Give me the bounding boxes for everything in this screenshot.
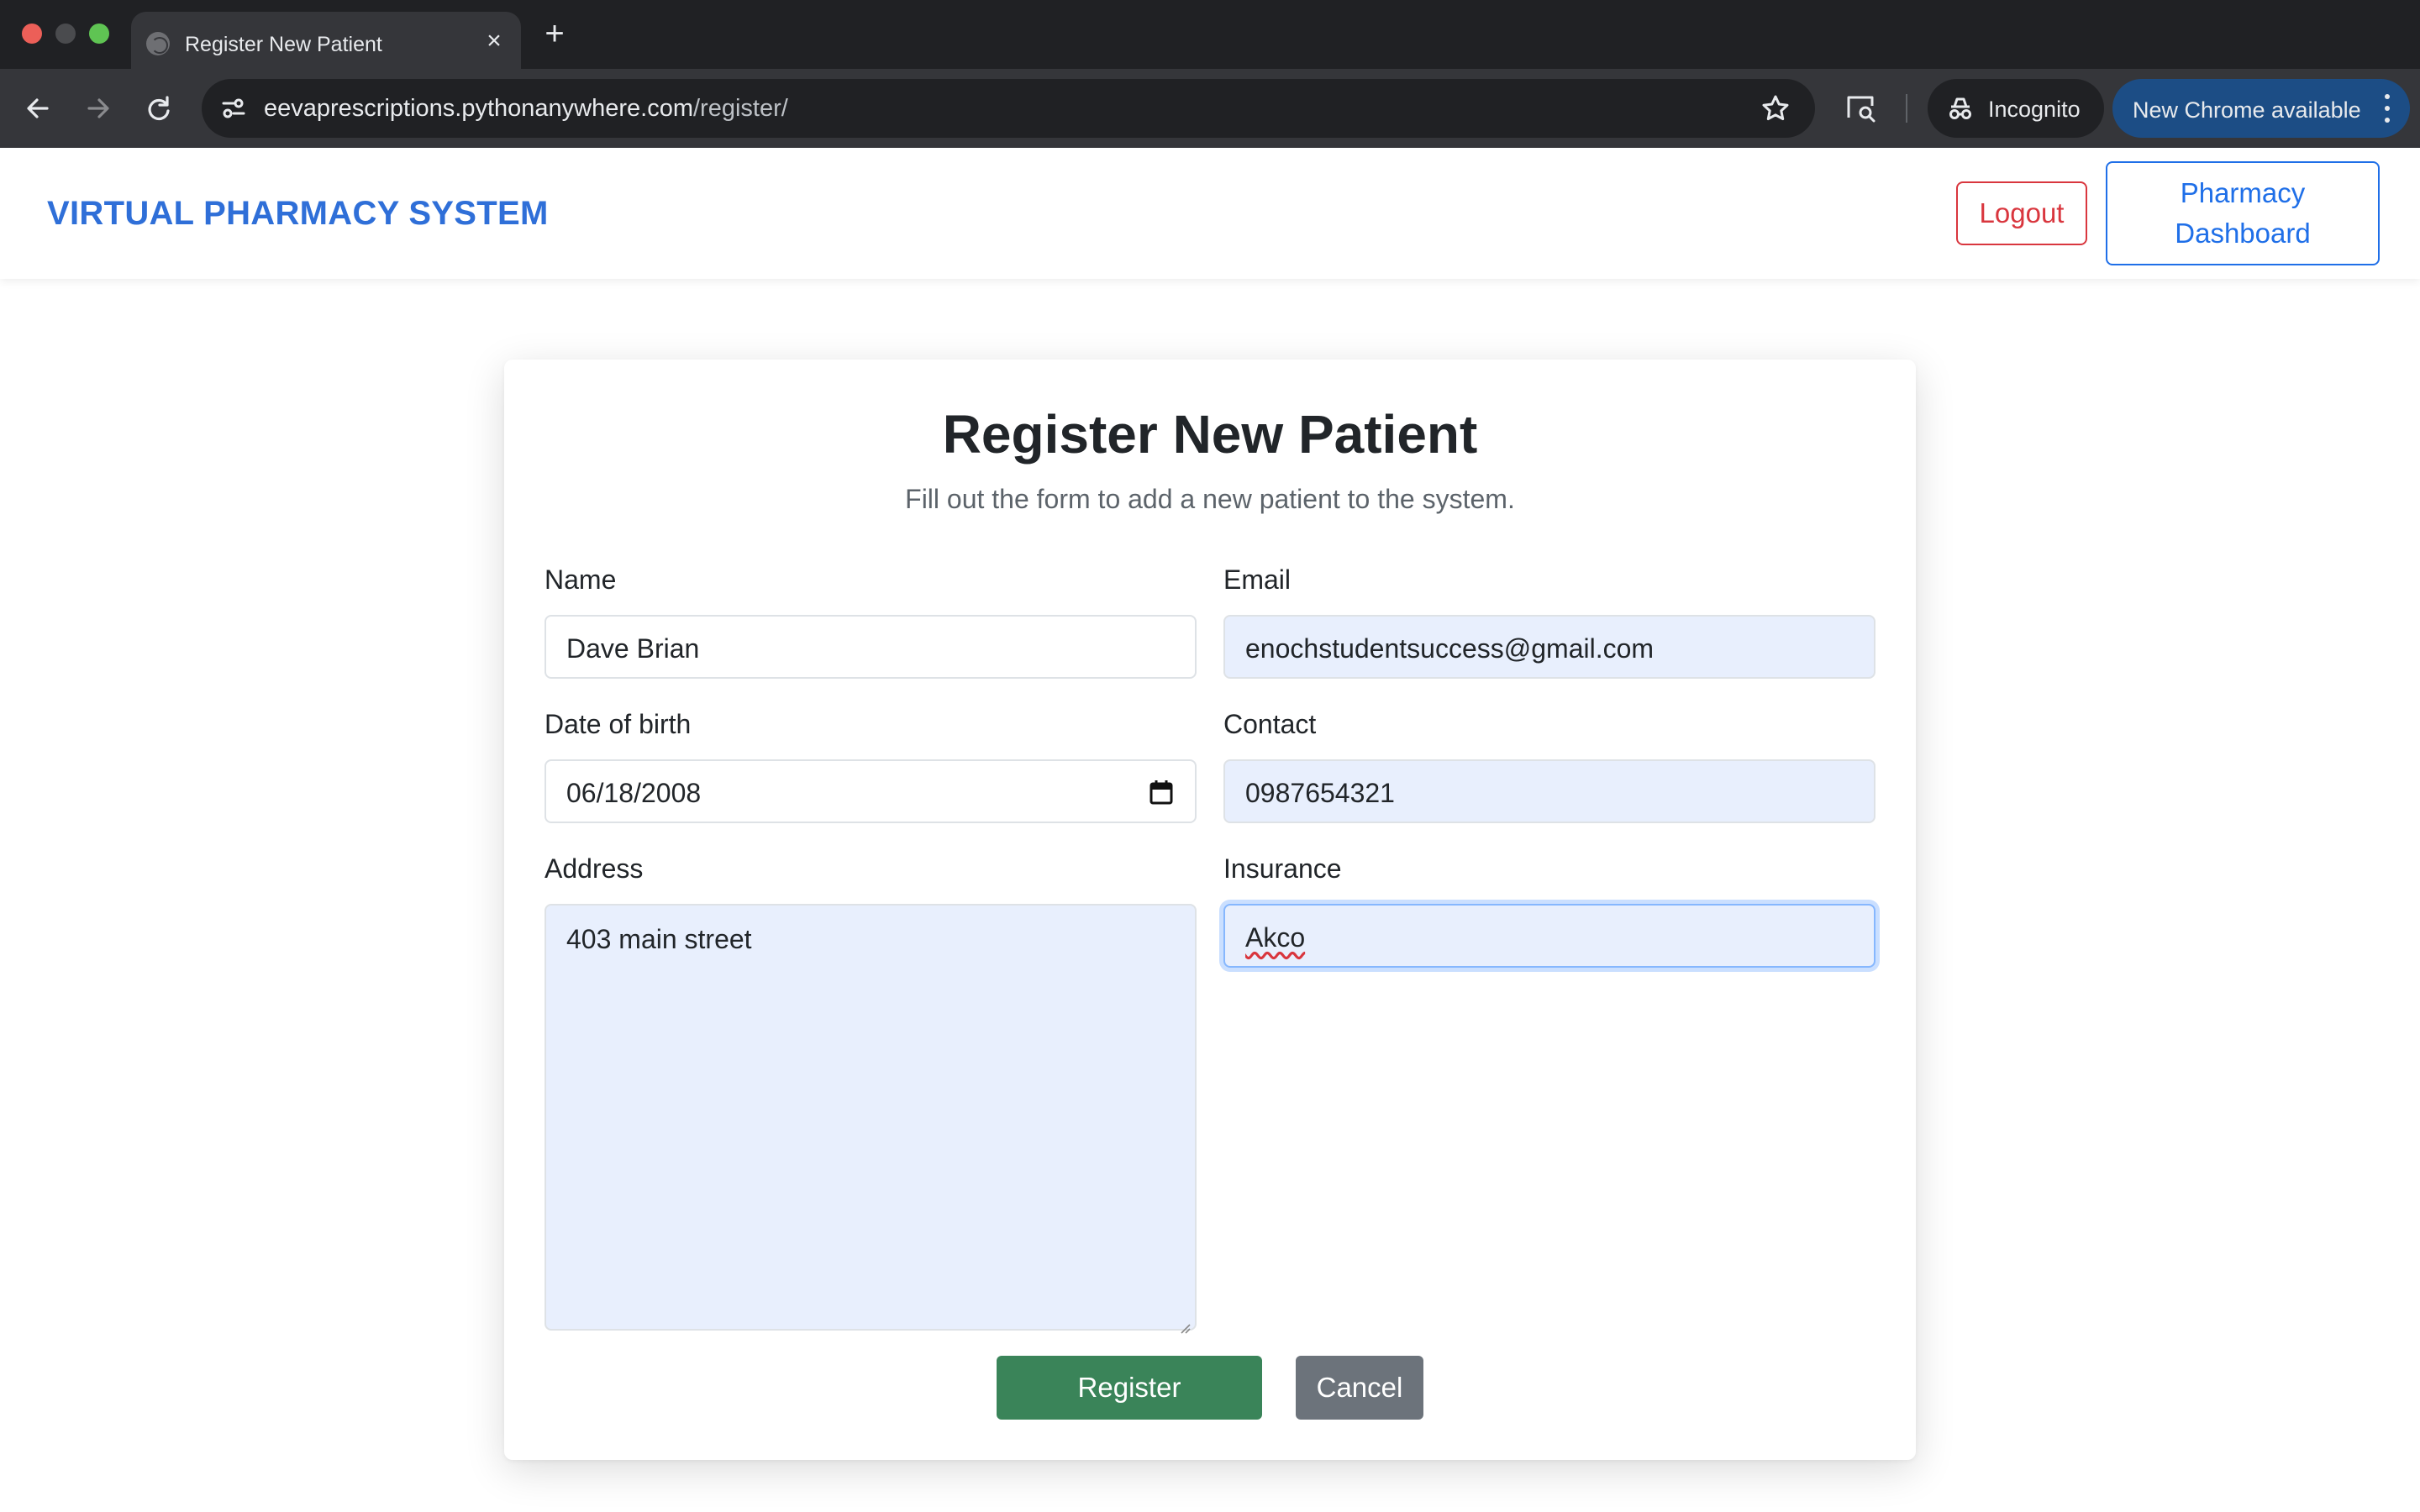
name-input[interactable]: Dave Brian xyxy=(544,615,1197,679)
incognito-label: Incognito xyxy=(1988,97,2081,122)
address-textarea[interactable]: 403 main street xyxy=(544,904,1197,1334)
site-info-icon[interactable] xyxy=(215,90,252,127)
url-path: /register/ xyxy=(693,95,788,122)
pharmacy-dashboard-button[interactable]: Pharmacy Dashboard xyxy=(2106,161,2380,265)
dob-label: Date of birth xyxy=(544,709,692,739)
close-window-button[interactable] xyxy=(22,24,42,44)
contact-label: Contact xyxy=(1223,709,1317,739)
back-icon[interactable] xyxy=(17,87,59,129)
browser-tab-strip: Register New Patient × + xyxy=(0,0,2420,69)
email-label: Email xyxy=(1223,564,1292,595)
forward-icon[interactable] xyxy=(77,87,119,129)
minimize-window-button[interactable] xyxy=(55,24,76,44)
toolbar-separator xyxy=(1906,94,1907,123)
url-host: eevaprescriptions.pythonanywhere.com xyxy=(264,95,693,122)
register-patient-card: Register New Patient Fill out the form t… xyxy=(504,360,1916,1460)
brand-link[interactable]: VIRTUAL PHARMACY SYSTEM xyxy=(47,195,549,233)
insurance-input[interactable]: Akco xyxy=(1223,904,1876,968)
browser-toolbar: eevaprescriptions.pythonanywhere.com/reg… xyxy=(0,69,2420,148)
register-button[interactable]: Register xyxy=(997,1356,1262,1420)
reload-icon[interactable] xyxy=(138,87,180,129)
dashboard-label-line1: Pharmacy xyxy=(2180,177,2306,208)
contact-value: 0987654321 xyxy=(1245,778,1395,808)
cast-icon[interactable] xyxy=(1845,92,1877,123)
page: VIRTUAL PHARMACY SYSTEM Logout Pharmacy … xyxy=(0,148,2420,1512)
calendar-icon[interactable] xyxy=(1150,780,1173,805)
site-navbar: VIRTUAL PHARMACY SYSTEM Logout Pharmacy … xyxy=(0,148,2420,279)
tab-close-icon[interactable]: × xyxy=(479,26,509,56)
update-label: New Chrome available xyxy=(2133,97,2361,123)
contact-input[interactable]: 0987654321 xyxy=(1223,759,1876,823)
globe-icon xyxy=(146,32,170,55)
email-input[interactable]: enochstudentsuccess@gmail.com xyxy=(1223,615,1876,679)
logout-button[interactable]: Logout xyxy=(1956,181,2087,245)
chrome-update-button[interactable]: New Chrome available xyxy=(2112,79,2410,138)
address-bar[interactable]: eevaprescriptions.pythonanywhere.com/reg… xyxy=(202,79,1815,138)
resize-handle-icon[interactable] xyxy=(1176,1310,1192,1334)
star-icon[interactable] xyxy=(1754,87,1797,129)
dashboard-label-line2: Dashboard xyxy=(2175,218,2311,249)
new-tab-button[interactable]: + xyxy=(538,17,571,50)
dob-input[interactable]: 06/18/2008 xyxy=(544,759,1197,823)
form-subtitle: Fill out the form to add a new patient t… xyxy=(905,484,1515,514)
name-label: Name xyxy=(544,564,617,595)
incognito-icon xyxy=(1946,96,1975,121)
insurance-value: Akco xyxy=(1245,922,1306,953)
insurance-label: Insurance xyxy=(1223,853,1342,884)
tab-title: Register New Patient xyxy=(185,33,382,56)
more-icon[interactable] xyxy=(2383,94,2391,123)
dob-value: 06/18/2008 xyxy=(566,778,702,808)
cancel-button[interactable]: Cancel xyxy=(1296,1356,1423,1420)
incognito-indicator[interactable]: Incognito xyxy=(1928,79,2104,138)
address-label: Address xyxy=(544,853,644,884)
maximize-window-button[interactable] xyxy=(89,24,109,44)
email-value: enochstudentsuccess@gmail.com xyxy=(1245,633,1655,664)
name-value: Dave Brian xyxy=(566,633,700,664)
address-value: 403 main street xyxy=(566,924,752,954)
browser-tab[interactable]: Register New Patient × xyxy=(131,12,521,69)
url-text: eevaprescriptions.pythonanywhere.com/reg… xyxy=(264,95,788,123)
form-title: Register New Patient xyxy=(942,404,1478,465)
